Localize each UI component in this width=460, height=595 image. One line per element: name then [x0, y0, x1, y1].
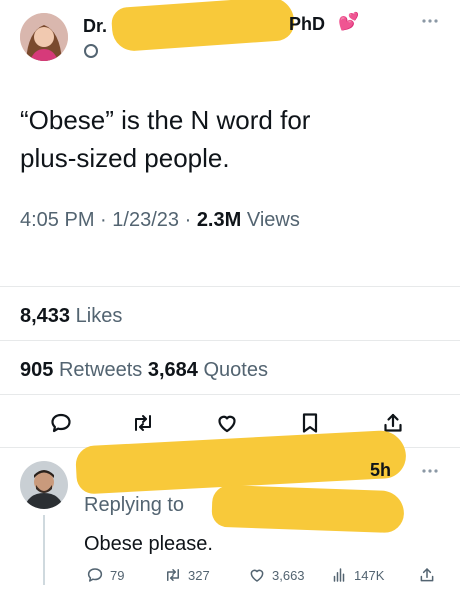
likes-stat[interactable]: 8,433 Likes — [20, 302, 122, 330]
retweets-label: Retweets — [58, 359, 143, 381]
retweet-icon — [167, 569, 179, 581]
retweet-icon[interactable] — [131, 411, 155, 440]
divider — [0, 286, 460, 287]
reply-like-action[interactable]: 3,663 — [248, 566, 305, 584]
verified-badge-icon — [84, 44, 98, 58]
redaction-mark — [211, 484, 405, 534]
likes-label: Likes — [75, 305, 123, 327]
meta-separator: · — [184, 209, 192, 231]
reply-reply-action[interactable]: 79 — [86, 566, 124, 584]
redaction-mark — [110, 0, 296, 53]
reply-author-avatar[interactable] — [20, 461, 68, 509]
author-name-suffix[interactable]: PhD — [289, 14, 325, 35]
reply-time[interactable]: 5h — [370, 460, 391, 481]
reply-views-action[interactable]: 147K — [330, 566, 384, 584]
quotes-stat[interactable]: 3,684 Quotes — [148, 359, 268, 381]
reply-text: Obese please. — [84, 533, 213, 555]
thread-line — [43, 515, 45, 585]
quotes-count: 3,684 — [147, 359, 198, 381]
likes-count: 8,433 — [20, 305, 71, 327]
views-count: 2.3M — [196, 209, 242, 231]
reply-avatar-image — [20, 461, 68, 509]
like-icon[interactable] — [215, 411, 239, 440]
reply-share-action[interactable] — [418, 566, 436, 584]
tweet-date[interactable]: 1/23/23 — [112, 209, 179, 231]
retweets-stat[interactable]: 905 Retweets — [20, 359, 148, 381]
replying-to-label: Replying to — [84, 494, 185, 516]
divider — [0, 394, 460, 395]
author-avatar[interactable] — [20, 13, 68, 61]
author-avatar-image — [20, 13, 68, 61]
retweets-quotes-stats: 905 Retweets 3,684 Quotes — [20, 356, 268, 384]
quotes-label: Quotes — [203, 359, 268, 381]
heart-emoji: 💕 — [338, 12, 360, 31]
tweet-text-line-2: plus-sized people. — [20, 143, 230, 173]
tweet-meta: 4:05 PM · 1/23/23 · 2.3M Views — [20, 206, 300, 234]
views-label: Views — [246, 209, 300, 231]
reply-replies-count: 79 — [110, 567, 125, 583]
more-icon[interactable] — [418, 14, 442, 26]
reply-icon — [87, 568, 103, 582]
author-name-prefix[interactable]: Dr. — [83, 16, 107, 37]
views-icon — [333, 568, 345, 582]
tweet-text-line-1: “Obese” is the N word for — [20, 105, 311, 135]
retweets-count: 905 — [20, 359, 54, 381]
reply-more-icon[interactable] — [418, 464, 442, 476]
tweet-time[interactable]: 4:05 PM — [20, 209, 94, 231]
reply-likes-count: 3,663 — [272, 567, 305, 583]
like-icon — [250, 569, 264, 582]
meta-separator: · — [100, 209, 107, 231]
reply-icon[interactable] — [49, 411, 73, 440]
reply-retweets-count: 327 — [188, 567, 210, 583]
reply-views-count: 147K — [354, 567, 385, 583]
reply-retweet-action[interactable]: 327 — [164, 566, 210, 584]
divider — [0, 340, 460, 341]
share-icon — [420, 568, 434, 582]
